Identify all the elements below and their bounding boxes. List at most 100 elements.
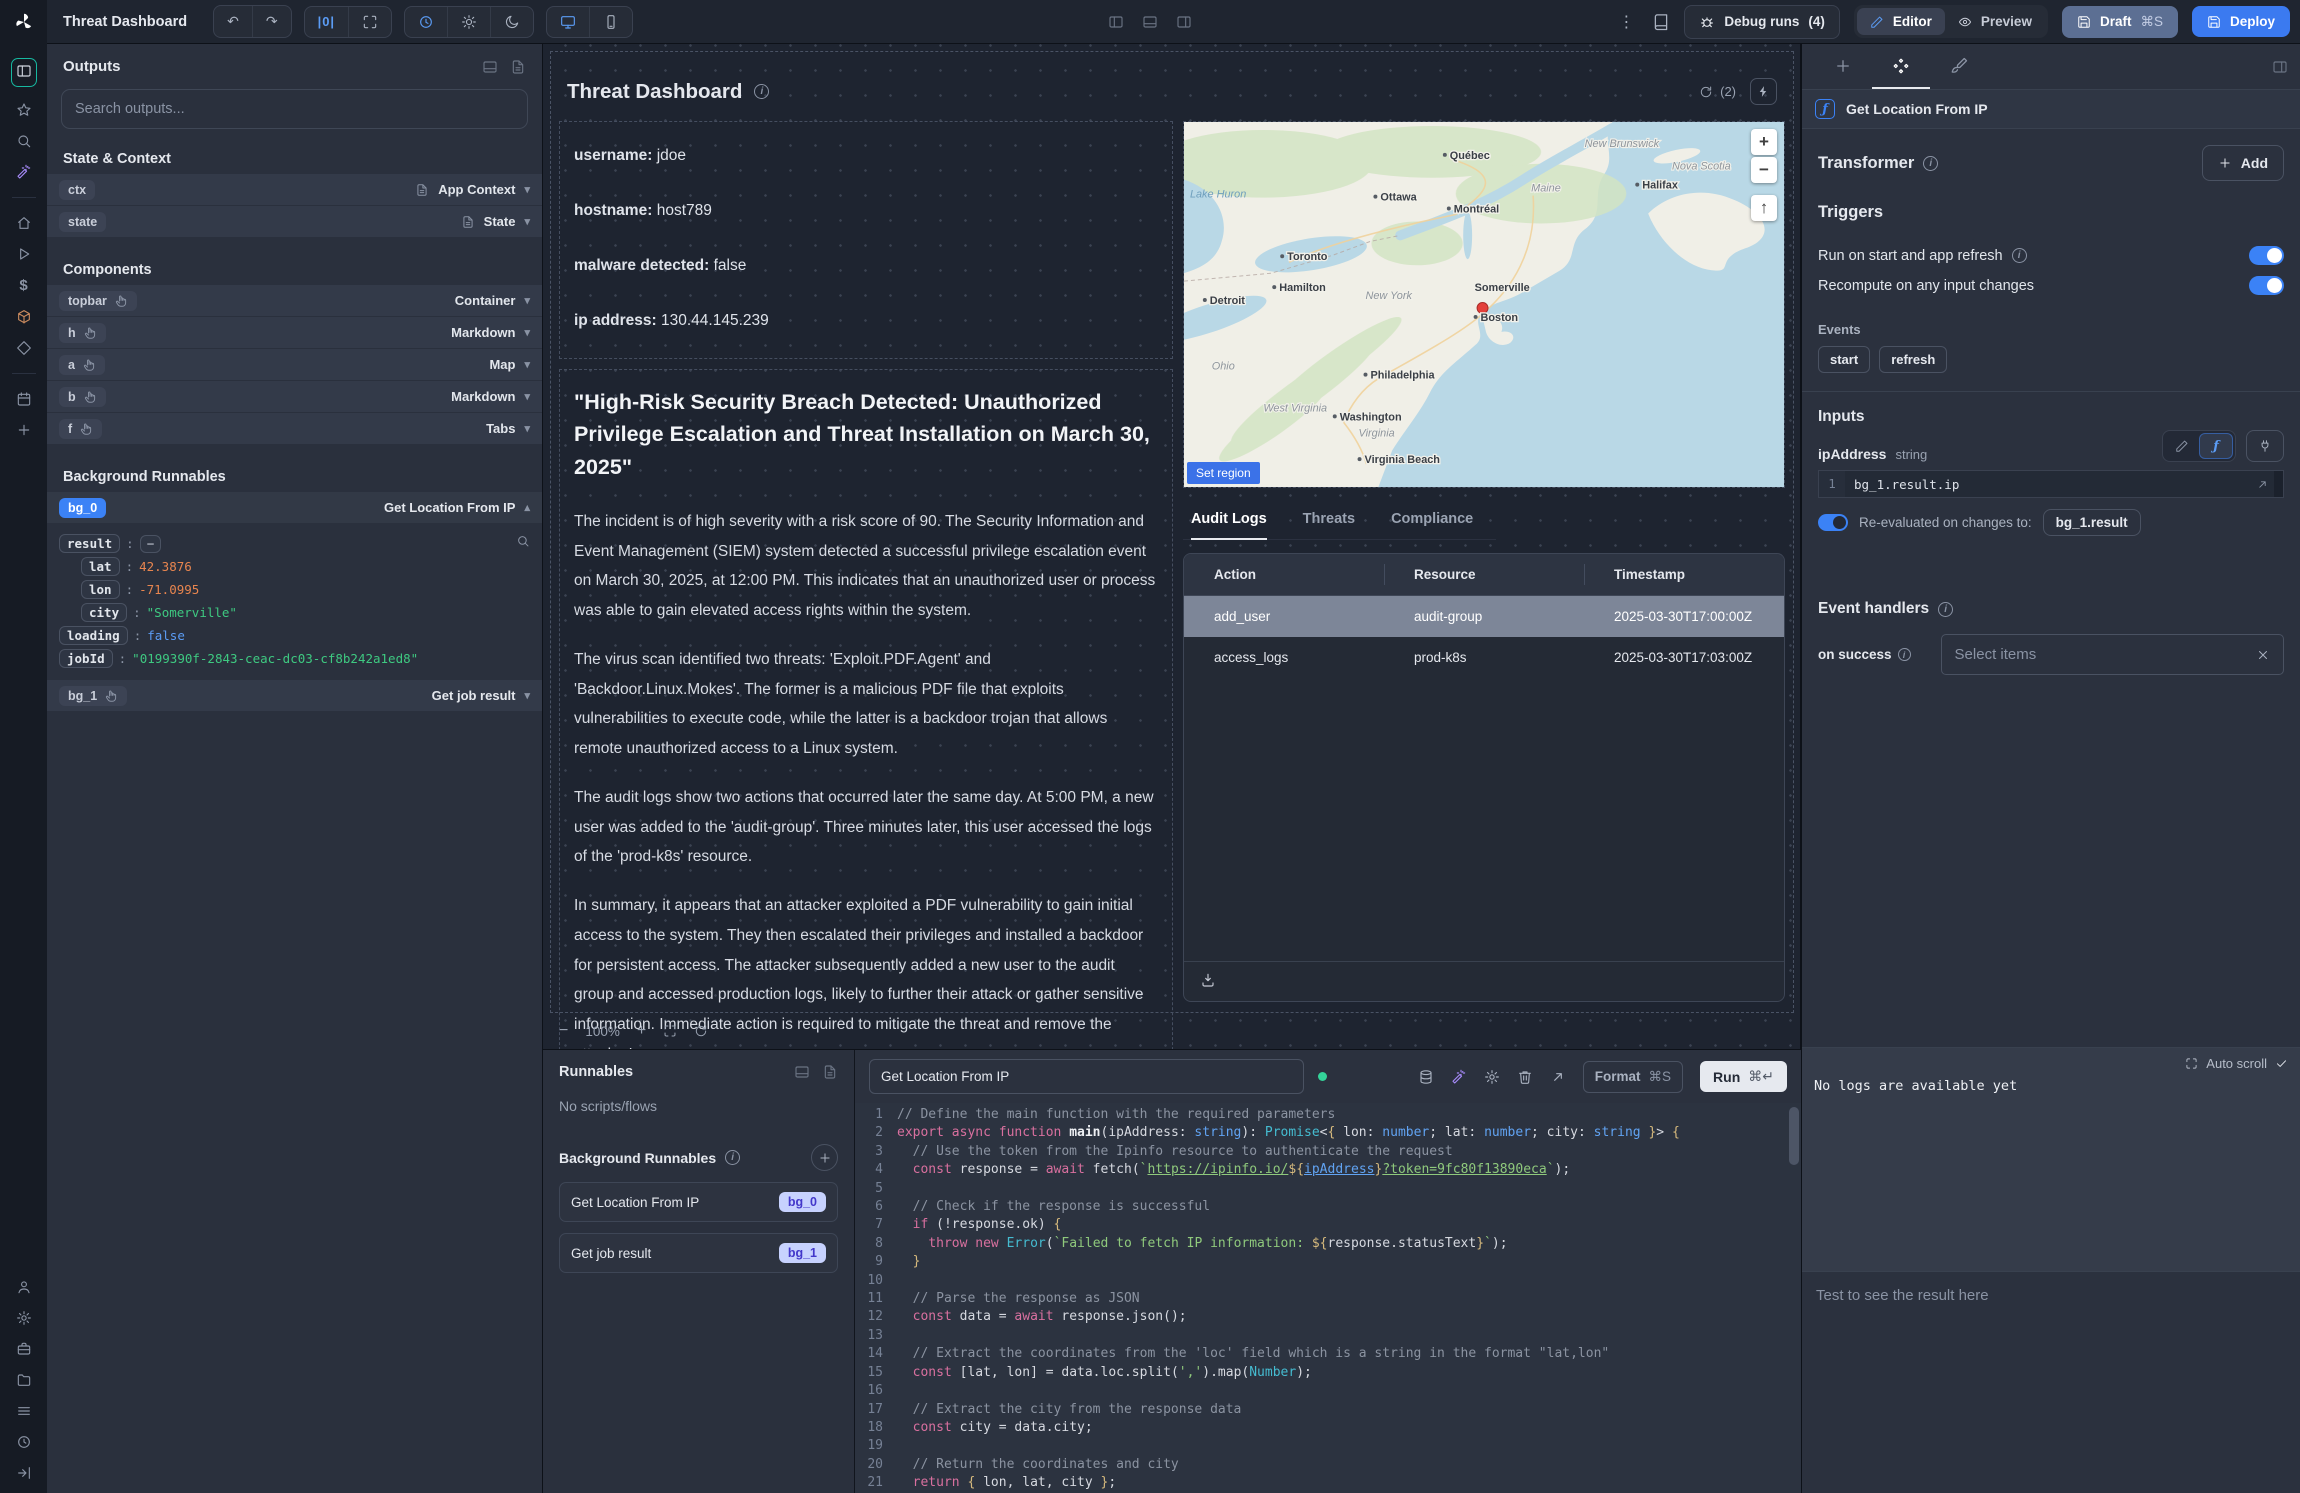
calendar-icon[interactable] <box>16 391 32 407</box>
app-canvas[interactable]: Threat Dashboard i (2) username jdoehost… <box>543 44 1801 1049</box>
editor-scrollbar[interactable] <box>1789 1107 1799 1165</box>
code-line[interactable]: 4 const response = await fetch(`https://… <box>855 1161 1801 1179</box>
theme-light-button[interactable] <box>447 7 490 37</box>
reeval-dependency-chip[interactable]: bg_1.result <box>2043 509 2141 536</box>
styling-tab[interactable] <box>1930 44 1988 89</box>
app-editor-icon[interactable] <box>11 58 37 87</box>
code-line[interactable]: 21 return { lon, lat, city }; <box>855 1474 1801 1492</box>
outputs-doc-icon[interactable] <box>510 59 526 75</box>
code-line[interactable]: 18 const city = data.city; <box>855 1419 1801 1437</box>
star-icon[interactable] <box>16 102 32 118</box>
editor-settings-icon[interactable] <box>1484 1069 1500 1085</box>
code-line[interactable]: 10 <box>855 1272 1801 1290</box>
zoom-out-button[interactable]: − <box>559 1022 568 1040</box>
desktop-view-button[interactable] <box>547 7 589 37</box>
zoom-in-button[interactable]: + <box>637 1022 646 1040</box>
search-icon[interactable] <box>16 133 32 149</box>
info-icon[interactable]: i <box>1923 156 1938 171</box>
on-success-select[interactable]: Select items <box>1941 634 2284 675</box>
reeval-toggle[interactable] <box>1818 514 1848 531</box>
info-icon[interactable]: i <box>1898 648 1911 661</box>
code-line[interactable]: 15 const [lat, lon] = data.loc.split(','… <box>855 1364 1801 1382</box>
toggle-switch[interactable] <box>2249 276 2284 295</box>
ai-wand-icon[interactable] <box>1451 1069 1467 1085</box>
tab[interactable]: Audit Logs <box>1191 511 1267 540</box>
draft-button[interactable]: Draft⌘S <box>2062 6 2178 38</box>
code-editor[interactable]: 1// Define the main function with the re… <box>855 1103 1801 1493</box>
code-line[interactable]: 3 // Use the token from the Ipinfo resou… <box>855 1143 1801 1161</box>
expand-logs-icon[interactable] <box>2185 1057 2198 1070</box>
code-line[interactable]: 17 // Extract the city from the response… <box>855 1401 1801 1419</box>
map-component[interactable]: QuébecMontréalOttawaTorontoHamiltonDetro… <box>1183 121 1785 488</box>
result-field-row[interactable]: loading : false <box>59 624 530 647</box>
code-line[interactable]: 16 <box>855 1382 1801 1400</box>
workers-icon[interactable] <box>16 1341 32 1357</box>
search-outputs-input[interactable] <box>61 89 528 129</box>
collapse-rail-icon[interactable] <box>16 1465 32 1481</box>
insert-component-tab[interactable] <box>1814 44 1872 89</box>
variables-icon[interactable]: $ <box>19 277 27 294</box>
runnable-item[interactable]: Get job result bg_1 <box>559 1233 838 1273</box>
markdown-fields-component[interactable]: username jdoehostname host789malware det… <box>559 121 1173 359</box>
expand-expression-icon[interactable] <box>2256 478 2269 491</box>
run-button[interactable]: Run⌘↵ <box>1700 1061 1787 1092</box>
fullscreen-button[interactable] <box>348 7 391 37</box>
mobile-view-button[interactable] <box>589 7 632 37</box>
chevron-down-icon[interactable]: ▾ <box>524 422 530 435</box>
component-row[interactable]: h Markdown▾ <box>47 317 542 349</box>
search-json-icon[interactable] <box>516 534 530 548</box>
undo-button[interactable]: ↶ <box>214 6 252 37</box>
add-icon[interactable] <box>16 422 32 438</box>
bg0-output-row[interactable]: bg_0 Get Location From IP▴ <box>47 492 542 524</box>
info-icon[interactable]: i <box>2012 248 2027 263</box>
result-root-row[interactable]: result : − <box>59 532 530 555</box>
format-button[interactable]: Format⌘S <box>1583 1061 1683 1093</box>
component-row[interactable]: topbar Container▾ <box>47 285 542 317</box>
chevron-up-icon[interactable]: ▴ <box>524 501 530 514</box>
result-field-row[interactable]: jobId : "0199390f-2843-ceac-dc03-cf8b242… <box>59 647 530 670</box>
toggle-right-panel-icon[interactable] <box>1176 14 1192 30</box>
clear-selection-icon[interactable] <box>2256 648 2270 662</box>
keyboard-shortcuts-button[interactable]: |0| <box>305 7 349 37</box>
database-icon[interactable] <box>1418 1069 1434 1085</box>
collapse-toggle[interactable]: − <box>140 535 162 553</box>
tab[interactable]: Compliance <box>1391 511 1473 540</box>
delete-icon[interactable] <box>1517 1069 1533 1085</box>
add-transformer-button[interactable]: Add <box>2202 145 2284 181</box>
account-icon[interactable] <box>16 1279 32 1295</box>
chevron-down-icon[interactable]: ▾ <box>524 215 530 228</box>
component-settings-tab[interactable] <box>1872 44 1930 89</box>
magic-wand-icon[interactable] <box>16 164 32 180</box>
chevron-down-icon[interactable]: ▾ <box>524 294 530 307</box>
toggle-left-panel-icon[interactable] <box>1108 14 1124 30</box>
result-field-row[interactable]: lat : 42.3876 <box>81 555 530 578</box>
chevron-down-icon[interactable]: ▾ <box>524 183 530 196</box>
debug-runs-button[interactable]: Debug runs(4) <box>1684 5 1840 39</box>
code-line[interactable]: 9 } <box>855 1253 1801 1271</box>
outputs-panel-icon[interactable] <box>482 59 498 75</box>
chevron-down-icon[interactable]: ▾ <box>524 326 530 339</box>
theme-auto-button[interactable] <box>405 7 447 37</box>
code-line[interactable]: 5 <box>855 1180 1801 1198</box>
workspace-logo[interactable] <box>0 0 47 44</box>
runnables-doc-icon[interactable] <box>822 1064 838 1080</box>
info-icon[interactable]: i <box>725 1150 740 1165</box>
code-line[interactable]: 13 <box>855 1327 1801 1345</box>
expression-mode-icon[interactable]: ƒ <box>2199 433 2233 459</box>
code-line[interactable]: 14 // Extract the coordinates from the '… <box>855 1345 1801 1363</box>
table-row[interactable]: access_logs prod-k8s 2025-03-30T17:03:00… <box>1184 637 1784 678</box>
preview-tab[interactable]: Preview <box>1945 8 2045 35</box>
code-line[interactable]: 1// Define the main function with the re… <box>855 1106 1801 1124</box>
code-line[interactable]: 7 if (!response.ok) { <box>855 1216 1801 1234</box>
map-zoom-in-button[interactable]: + <box>1751 129 1777 155</box>
theme-dark-button[interactable] <box>490 7 533 37</box>
set-region-button[interactable]: Set region <box>1187 462 1260 484</box>
column-header[interactable]: Timestamp <box>1584 554 1784 595</box>
chevron-down-icon[interactable]: ▾ <box>524 390 530 403</box>
schedules-icon[interactable] <box>16 340 32 356</box>
collapse-panel-icon[interactable] <box>2272 59 2288 75</box>
component-row[interactable]: a Map▾ <box>47 349 542 381</box>
resources-icon[interactable] <box>16 309 32 325</box>
table-row[interactable]: add_user audit-group 2025-03-30T17:00:00… <box>1184 596 1784 637</box>
code-line[interactable]: 12 const data = await response.json(); <box>855 1308 1801 1326</box>
